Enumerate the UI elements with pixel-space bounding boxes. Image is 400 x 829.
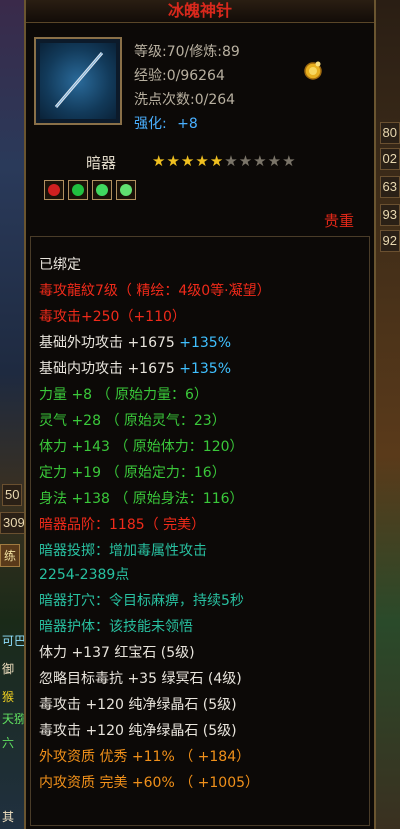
attribute-line: 毒攻击 +120 纯净绿晶石 (5级): [39, 697, 237, 713]
attribute-line: 体力 +143 （ 原始体力：120）: [39, 439, 244, 455]
attribute-bonus: +135%: [174, 335, 232, 351]
enhance-label: 强化:: [134, 116, 167, 132]
attribute-line: 内攻资质 完美 +60% （ +1005）: [39, 775, 260, 791]
attribute-line: 身法 +138 （ 原始身法：116）: [39, 491, 244, 507]
item-tooltip: 冰魄神针 等级:70/修炼:89 经验:0/96264 洗点次数:0/264 强…: [24, 0, 376, 829]
side-text: 御: [2, 662, 15, 676]
attribute-line: 已绑定: [39, 257, 81, 273]
star-empty-icon: ★: [224, 152, 239, 170]
star-filled-icon: ★: [180, 152, 196, 170]
star-filled-icon: ★: [152, 152, 167, 170]
attribute-list: 已绑定 毒攻龍紋7级（ 精绘：4级0等·凝望） 毒攻击+250（+110） 基础…: [30, 236, 370, 826]
attribute-line: 暗器护体：该技能未领悟: [39, 619, 193, 635]
attribute-line: 暗器打穴：令目标麻痹，持续5秒: [39, 593, 244, 609]
attribute-line: 毒攻击+250（+110）: [39, 309, 186, 325]
attribute-line: 2254-2389点: [39, 567, 130, 583]
side-number: 50: [2, 484, 23, 506]
star-empty-icon: ★: [267, 152, 283, 170]
attribute-text: 基础内功攻击 +1675: [39, 361, 175, 377]
attribute-line: 忽略目标毒抗 +35 绿冥石 (4级): [39, 671, 242, 687]
attribute-line: 体力 +137 红宝石 (5级): [39, 645, 195, 661]
green-gem-icon: [116, 180, 136, 200]
side-number: 92: [379, 230, 400, 252]
enhance-value: +8: [177, 116, 198, 132]
attribute-line: 毒攻龍紋7级（ 精绘：4级0等·凝望）: [39, 283, 271, 299]
attribute-text: 基础外功攻击 +1675: [39, 335, 175, 351]
star-empty-icon: ★: [282, 152, 297, 170]
gold-coin-icon: [304, 61, 322, 80]
attribute-line: 毒攻击 +120 纯净绿晶石 (5级): [39, 723, 237, 739]
enhance-line: 强化: +8: [134, 113, 198, 133]
item-icon-frame: [34, 37, 122, 125]
attribute-line: 力量 +8 （ 原始力量：6）: [39, 387, 208, 403]
item-name: 冰魄神针: [26, 0, 374, 23]
star-empty-icon: ★: [253, 152, 268, 170]
star-filled-icon: ★: [166, 152, 181, 170]
red-gem-icon: [44, 180, 64, 200]
item-header: 等级:70/修炼:89 经验:0/96264 洗点次数:0/264 强化: +8: [26, 23, 374, 141]
attribute-line: 灵气 +28 （ 原始灵气：23）: [39, 413, 226, 429]
attribute-bonus: +135%: [174, 361, 232, 377]
level-line: 等级:70/修炼:89: [134, 44, 240, 60]
side-number: 63: [379, 176, 400, 198]
attribute-line: 暗器品阶：1185（ 完美）: [39, 517, 206, 533]
attribute-line: 外攻资质 优秀 +11% （ +184）: [39, 749, 251, 765]
side-number: 80: [379, 122, 400, 144]
attribute-line: 基础外功攻击 +1675 +135%: [39, 331, 231, 355]
attribute-line: 基础内功攻击 +1675 +135%: [39, 357, 231, 381]
reset-line: 洗点次数:0/264: [134, 92, 236, 108]
item-type: 暗器: [86, 154, 117, 172]
side-number: 93: [379, 204, 400, 226]
green-gem-icon: [68, 180, 88, 200]
side-text: 其: [2, 810, 15, 824]
side-text: 天猕: [2, 712, 27, 726]
attribute-line: 暗器投掷：增加毒属性攻击: [39, 543, 207, 559]
side-text: 六: [2, 736, 15, 750]
side-tab[interactable]: 练: [0, 544, 21, 567]
star-rating: ★★★★★★★★★★: [152, 152, 297, 170]
star-filled-icon: ★: [195, 152, 210, 170]
side-text: 猴: [2, 690, 15, 704]
exp-line: 经验:0/96264: [134, 68, 225, 84]
attribute-line: 定力 +19 （ 原始定力：16）: [39, 465, 226, 481]
type-row: 暗器 ★★★★★★★★★★: [26, 150, 374, 174]
side-number: 02: [379, 148, 400, 170]
star-filled-icon: ★: [209, 152, 225, 170]
star-empty-icon: ★: [238, 152, 254, 170]
side-text: 可巴: [2, 634, 27, 648]
green-gem-icon: [92, 180, 112, 200]
rarity-label: 贵重: [323, 212, 354, 230]
needle-icon: [40, 43, 116, 119]
